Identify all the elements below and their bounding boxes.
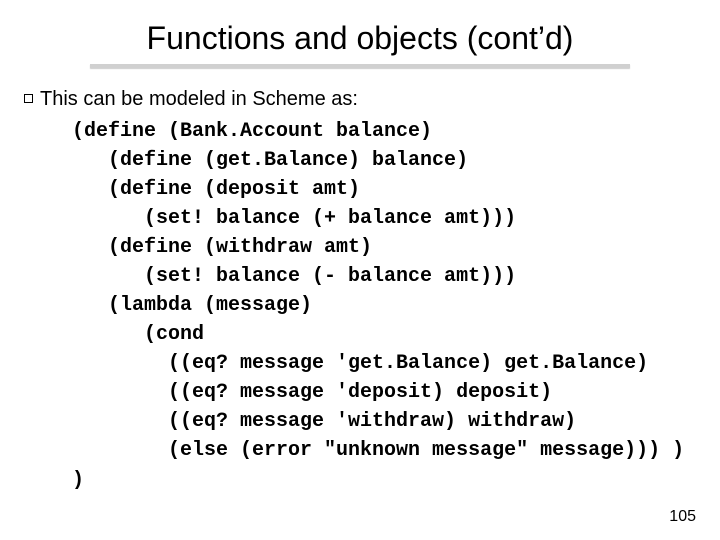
code-block: (define (Bank.Account balance) (define (…: [72, 117, 696, 465]
slide-body: This can be modeled in Scheme as: (defin…: [24, 88, 696, 492]
slide-title: Functions and objects (cont’d): [0, 20, 720, 57]
square-bullet-icon: [24, 94, 33, 103]
closing-paren: ): [72, 469, 696, 492]
page-number: 105: [669, 508, 696, 526]
slide: Functions and objects (cont’d) This can …: [0, 0, 720, 540]
title-underline: [90, 64, 630, 68]
lead-line: This can be modeled in Scheme as:: [40, 88, 696, 111]
lead-text: This can be modeled in Scheme as:: [40, 88, 358, 110]
